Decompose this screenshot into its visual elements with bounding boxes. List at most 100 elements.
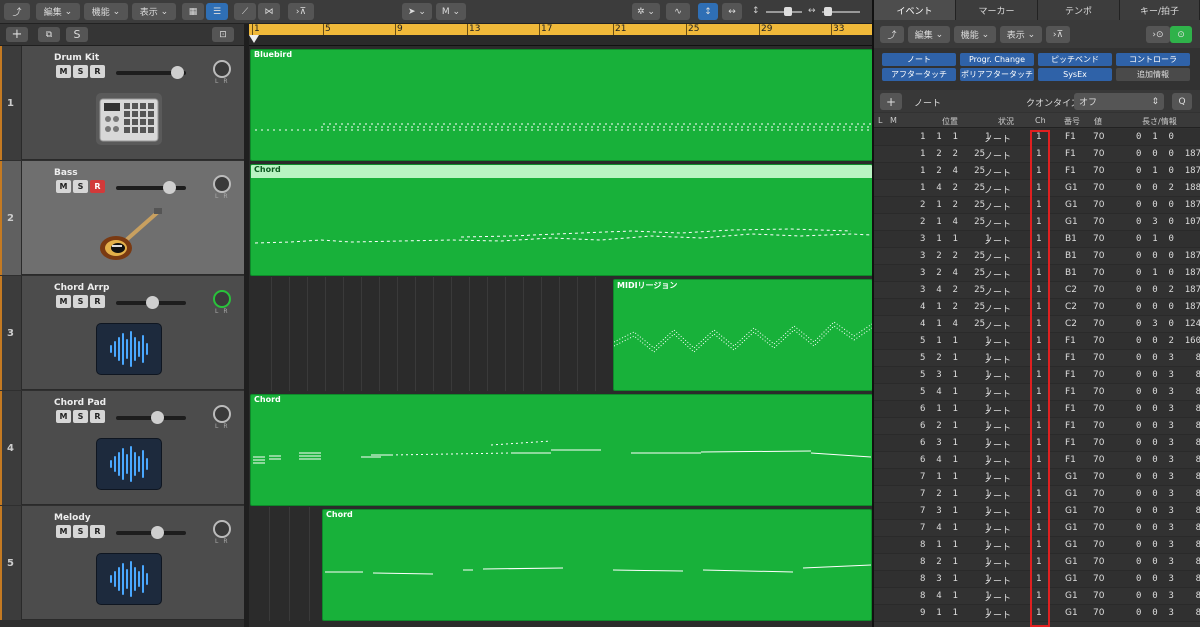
mute-button[interactable]: M — [56, 180, 71, 193]
filter-controller[interactable]: コントローラ — [1116, 53, 1190, 66]
midi-out-icon[interactable]: ⊙ — [1170, 26, 1192, 43]
catch-icon[interactable]: ›⊼ — [288, 3, 314, 20]
m-tool-button[interactable]: M ⌄ — [436, 3, 466, 20]
col-status[interactable]: 状況 — [998, 116, 1014, 127]
edit-menu[interactable]: 編集 ⌄ — [36, 3, 80, 20]
filter-aftertouch[interactable]: アフタータッチ — [882, 68, 956, 81]
event-row[interactable]: 6 1 1 1 ノート 1 F1 70 0 0 3 80 — [874, 401, 1200, 418]
track-header-chord-arrp[interactable]: 3 Chord Arrp M S R LR — [0, 276, 244, 390]
event-row[interactable]: 3 1 1 1 ノート 1 B1 70 0 1 0 0 — [874, 231, 1200, 248]
vertical-fit-icon[interactable]: ↕ — [698, 3, 718, 20]
solo-button[interactable]: S — [73, 65, 88, 78]
volume-fader-knob[interactable] — [146, 296, 159, 309]
volume-fader[interactable] — [116, 296, 186, 309]
list-view-icon[interactable]: ☰ — [206, 3, 228, 20]
quantize-q-button[interactable]: Q — [1172, 93, 1192, 110]
back-icon[interactable]: ⤴ — [4, 3, 30, 20]
automation-icon[interactable]: ⟋ — [234, 3, 256, 20]
event-row[interactable]: 3 4 2 25 ノート 1 C2 70 0 0 2 187 — [874, 282, 1200, 299]
track-name[interactable]: Chord Pad — [54, 398, 106, 408]
vertical-zoom-knob[interactable] — [784, 7, 792, 16]
event-row[interactable]: 6 2 1 1 ノート 1 F1 70 0 0 3 80 — [874, 418, 1200, 435]
record-enable-button[interactable]: R — [90, 410, 105, 423]
settings-gear-icon[interactable]: ✲ ⌄ — [632, 3, 660, 20]
event-edit-menu[interactable]: 編集 ⌄ — [908, 26, 950, 43]
tab-events[interactable]: イベント — [874, 0, 956, 20]
event-row[interactable]: 7 3 1 1 ノート 1 G1 70 0 0 3 80 — [874, 503, 1200, 520]
solo-button[interactable]: S — [73, 410, 88, 423]
event-row[interactable]: 5 4 1 1 ノート 1 F1 70 0 0 3 80 — [874, 384, 1200, 401]
duplicate-track-icon[interactable]: ⧉ — [38, 27, 60, 42]
filter-pitch-bend[interactable]: ピッチベンド — [1038, 53, 1112, 66]
event-row[interactable]: 9 1 1 1 ノート 1 G1 70 0 0 3 80 — [874, 605, 1200, 622]
pan-knob[interactable] — [213, 175, 231, 193]
volume-fader[interactable] — [116, 411, 186, 424]
event-row[interactable]: 1 4 2 25 ノート 1 G1 70 0 0 2 188 — [874, 180, 1200, 197]
event-row[interactable]: 3 2 2 25 ノート 1 B1 70 0 0 0 187 — [874, 248, 1200, 265]
event-row[interactable]: 6 4 1 1 ノート 1 F1 70 0 0 3 80 — [874, 452, 1200, 469]
track-name[interactable]: Melody — [54, 513, 91, 523]
pan-knob[interactable] — [213, 60, 231, 78]
col-channel[interactable]: Ch — [1035, 116, 1046, 125]
track-header-melody[interactable]: 5 Melody M S R LR — [0, 506, 244, 620]
catch-icon[interactable]: ›⊼ — [1046, 26, 1070, 43]
event-row[interactable]: 1 1 1 1 ノート 1 F1 70 0 1 0 0 — [874, 129, 1200, 146]
add-track-button[interactable]: + — [6, 27, 28, 42]
event-row[interactable]: 7 4 1 1 ノート 1 G1 70 0 0 3 80 — [874, 520, 1200, 537]
track-options-icon[interactable]: ⊡ — [212, 27, 234, 42]
bar-ruler[interactable]: 1 5 9 13 17 21 25 29 33 — [249, 24, 872, 46]
volume-fader-knob[interactable] — [171, 66, 184, 79]
tab-tempo[interactable]: テンポ — [1038, 0, 1120, 20]
add-event-button[interactable]: + — [880, 93, 902, 110]
event-row[interactable]: 4 1 2 25 ノート 1 C2 70 0 0 0 187 — [874, 299, 1200, 316]
col-value[interactable]: 値 — [1094, 116, 1102, 127]
volume-fader[interactable] — [116, 526, 186, 539]
filter-program-change[interactable]: Progr. Change — [960, 53, 1034, 66]
tab-markers[interactable]: マーカー — [956, 0, 1038, 20]
event-row[interactable]: 2 1 2 25 ノート 1 G1 70 0 0 0 187 — [874, 197, 1200, 214]
waveform-zoom-icon[interactable]: ∿ — [666, 3, 690, 20]
view-menu[interactable]: 表示 ⌄ — [132, 3, 176, 20]
track-name[interactable]: Bass — [54, 168, 78, 178]
event-row[interactable]: 5 3 1 1 ノート 1 F1 70 0 0 3 80 — [874, 367, 1200, 384]
mute-button[interactable]: M — [56, 65, 71, 78]
horizontal-zoom-knob[interactable] — [824, 7, 832, 16]
col-length[interactable]: 長さ/情報 — [1142, 116, 1177, 127]
pointer-tool-icon[interactable]: ➤ ⌄ — [402, 3, 432, 20]
track-lane-1[interactable]: Bluebird — [249, 47, 872, 161]
track-name[interactable]: Chord Arrp — [54, 283, 110, 293]
record-enable-button[interactable]: R — [90, 65, 105, 78]
record-enable-button[interactable]: R — [90, 525, 105, 538]
event-row[interactable]: 8 3 1 1 ノート 1 G1 70 0 0 3 80 — [874, 571, 1200, 588]
event-view-menu[interactable]: 表示 ⌄ — [1000, 26, 1042, 43]
filter-poly-aftertouch[interactable]: ポリアフタータッチ — [960, 68, 1034, 81]
volume-fader-knob[interactable] — [151, 411, 164, 424]
arrange-area[interactable]: 1 5 9 13 17 21 25 29 33 Bluebird Chord M… — [249, 24, 872, 627]
event-row[interactable]: 2 1 4 25 ノート 1 G1 70 0 3 0 107 — [874, 214, 1200, 231]
zoom-sliders[interactable]: ↕ ↔ — [752, 6, 862, 18]
solo-button[interactable]: S — [73, 180, 88, 193]
midi-in-icon[interactable]: ›⊙ — [1146, 26, 1170, 43]
track-name[interactable]: Drum Kit — [54, 53, 99, 63]
mute-button[interactable]: M — [56, 295, 71, 308]
event-row[interactable]: 4 1 4 25 ノート 1 C2 70 0 3 0 124 — [874, 316, 1200, 333]
track-lane-3[interactable]: MIDIリージョン — [249, 277, 872, 391]
record-enable-button[interactable]: R — [90, 180, 105, 193]
filter-sysex[interactable]: SysEx — [1038, 68, 1112, 81]
event-row[interactable]: 5 2 1 1 ノート 1 F1 70 0 0 3 80 — [874, 350, 1200, 367]
mute-button[interactable]: M — [56, 525, 71, 538]
filter-note[interactable]: ノート — [882, 53, 956, 66]
pan-knob[interactable] — [213, 290, 231, 308]
solo-global-button[interactable]: S — [66, 27, 88, 42]
col-m[interactable]: M — [890, 116, 897, 125]
volume-fader[interactable] — [116, 181, 186, 194]
col-number[interactable]: 番号 — [1064, 116, 1080, 127]
playhead-marker-icon[interactable] — [249, 35, 259, 43]
col-position[interactable]: 位置 — [942, 116, 958, 127]
track-header-bass[interactable]: 2 Bass M S R LR — [0, 161, 244, 275]
event-row[interactable]: 1 2 2 25 ノート 1 F1 70 0 0 0 187 — [874, 146, 1200, 163]
cycle-range-bar[interactable] — [249, 24, 872, 35]
event-row[interactable]: 8 2 1 1 ノート 1 G1 70 0 0 3 80 — [874, 554, 1200, 571]
event-row[interactable]: 7 2 1 1 ノート 1 G1 70 0 0 3 80 — [874, 486, 1200, 503]
function-menu[interactable]: 機能 ⌄ — [84, 3, 128, 20]
